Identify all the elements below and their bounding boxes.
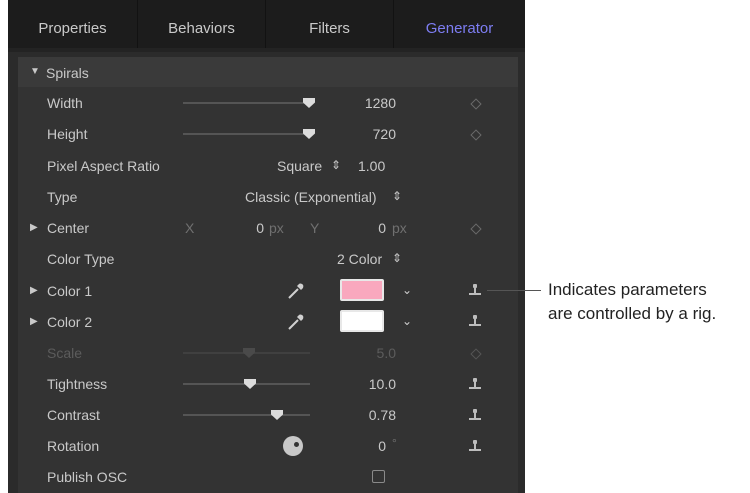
eyedropper-icon[interactable] [286,281,306,301]
tightness-value[interactable]: 10.0 [348,376,396,392]
tab-properties[interactable]: Properties [8,0,138,48]
group-label: Spirals [46,65,89,81]
publish-osc-checkbox[interactable] [372,470,385,483]
scale-label: Scale [47,345,83,361]
tightness-label: Tightness [47,376,108,392]
contrast-label: Contrast [47,407,100,423]
color1-swatch[interactable] [340,279,384,301]
contrast-value[interactable]: 0.78 [348,407,396,423]
inspector-panel: Properties Behaviors Filters Generator ▼… [8,0,525,493]
disclosure-closed-icon[interactable]: ▶ [30,285,38,296]
color2-label: Color 2 [47,314,93,330]
publish-osc-label: Publish OSC [47,469,128,485]
tab-generator[interactable]: Generator [394,0,525,48]
callout-text: Indicates parameters are controlled by a… [548,278,716,326]
width-label: Width [47,95,83,111]
disclosure-closed-icon[interactable]: ▶ [30,222,38,233]
center-y-label: Y [310,220,320,236]
rotation-dial[interactable] [283,436,303,456]
eyedropper-icon[interactable] [286,312,306,332]
rotation-unit: ° [392,436,397,450]
group-header-spirals[interactable]: ▼ Spirals [18,57,518,87]
contrast-slider[interactable] [183,414,310,416]
height-value[interactable]: 720 [348,126,396,142]
stepper-icon[interactable]: ⇕ [392,189,402,203]
color2-swatch[interactable] [340,310,384,332]
tab-bar: Properties Behaviors Filters Generator [8,0,525,48]
callout-line1: Indicates parameters [548,280,707,299]
width-slider-thumb[interactable] [303,98,315,108]
center-x-label: X [185,220,195,236]
center-y-unit: px [392,220,407,236]
rig-icon[interactable] [468,314,482,328]
tab-separator [8,48,525,52]
parameter-list: ▼ Spirals Width 1280 Height 720 Pixel As… [18,57,518,493]
stepper-icon[interactable]: ⇕ [392,251,402,265]
stepper-icon[interactable]: ⇕ [331,158,341,172]
width-slider[interactable] [183,102,310,104]
tab-filters[interactable]: Filters [266,0,394,48]
rig-icon[interactable] [468,408,482,422]
disclosure-closed-icon[interactable]: ▶ [30,316,38,327]
height-slider-thumb[interactable] [303,129,315,139]
tightness-slider-thumb[interactable] [244,379,256,389]
center-label: Center [47,220,90,236]
height-label: Height [47,126,88,142]
center-y-value[interactable]: 0 [366,220,386,236]
keyframe-icon [470,348,482,360]
height-slider[interactable] [183,133,310,135]
color1-label: Color 1 [47,283,93,299]
pixel-aspect-label: Pixel Aspect Ratio [47,158,160,174]
type-select[interactable]: Classic (Exponential) [245,189,377,205]
chevron-down-icon[interactable]: ⌄ [402,314,412,328]
disclosure-open-icon[interactable]: ▼ [30,66,40,77]
center-x-value[interactable]: 0 [244,220,264,236]
width-value[interactable]: 1280 [348,95,396,111]
callout-leader-line [487,290,541,291]
scale-slider-thumb [243,348,255,358]
keyframe-icon[interactable] [470,129,482,141]
rig-icon[interactable] [468,377,482,391]
scale-value: 5.0 [376,345,396,361]
rig-icon[interactable] [468,439,482,453]
tab-behaviors[interactable]: Behaviors [138,0,266,48]
rotation-value[interactable]: 0 [358,438,386,454]
chevron-down-icon[interactable]: ⌄ [402,283,412,297]
type-label: Type [47,189,78,205]
color-type-label: Color Type [47,251,115,267]
rig-icon[interactable] [468,283,482,297]
color-type-select[interactable]: 2 Color [337,251,382,267]
callout-line2: are controlled by a rig. [548,304,717,323]
contrast-slider-thumb[interactable] [271,410,283,420]
rotation-label: Rotation [47,438,100,454]
keyframe-icon[interactable] [470,98,482,110]
pixel-aspect-value[interactable]: 1.00 [358,158,385,174]
pixel-aspect-select[interactable]: Square [277,158,322,174]
keyframe-icon[interactable] [470,223,482,235]
center-x-unit: px [269,220,284,236]
